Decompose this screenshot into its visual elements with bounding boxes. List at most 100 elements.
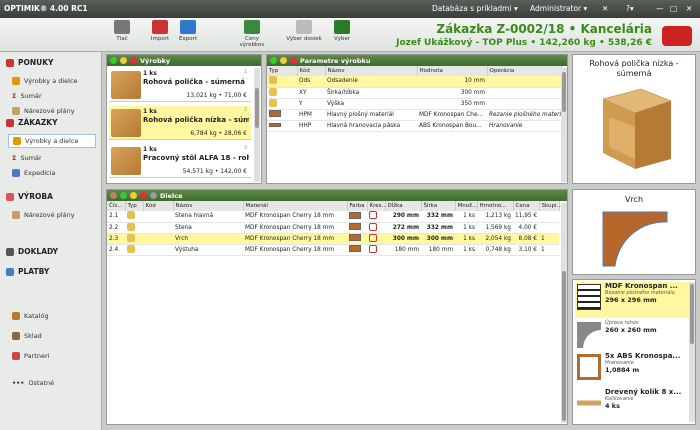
products-scrollbar[interactable] — [254, 68, 260, 182]
sidebar-section-orders[interactable]: ZÁKAZKY — [6, 118, 58, 127]
column-header[interactable]: Farba — [347, 201, 368, 211]
part-row[interactable]: 2.2 Stena MDF Kronospan Cherry 18 mm 272 mm… — [107, 222, 559, 234]
product-card[interactable]: 1 ks Rohová polička nízka - súm... 2 6,7… — [109, 106, 251, 140]
delete-icon[interactable] — [130, 57, 137, 64]
sidebar-item-order-products[interactable]: Výrobky a dielce — [8, 134, 96, 148]
column-header[interactable]: Množ... — [455, 201, 478, 211]
sidebar-item-partners[interactable]: Partneri — [8, 349, 96, 363]
delete-icon[interactable] — [290, 57, 297, 64]
materials-scrollbar[interactable] — [689, 282, 695, 422]
edit-icon[interactable] — [130, 192, 137, 199]
close-button[interactable]: ✕ — [686, 4, 692, 13]
column-header[interactable]: Typ — [125, 201, 144, 211]
column-header[interactable]: Dĺžka — [385, 201, 422, 211]
part-row[interactable]: 2.3 Vrch MDF Kronospan Cherry 18 mm 300 mm 3… — [107, 233, 559, 245]
group-icon[interactable] — [110, 192, 117, 199]
sidebar-item-catalog[interactable]: Katalóg — [8, 309, 96, 323]
part-type-icon — [127, 233, 135, 242]
part-price: 4,00 € — [513, 222, 539, 234]
column-header[interactable]: Kód — [143, 201, 174, 211]
dimension-icon — [269, 76, 277, 85]
drawing-icon[interactable] — [369, 211, 377, 220]
scroll-thumb[interactable] — [562, 271, 566, 421]
part-name: Stena hlavná — [173, 211, 243, 223]
param-value[interactable]: 350 mm — [417, 98, 487, 110]
prices-button[interactable]: Ceny výrobkov — [232, 20, 272, 48]
column-header[interactable]: Cena — [513, 201, 540, 211]
tools-icon[interactable]: ✕ — [602, 4, 608, 13]
material-item[interactable]: MDF Kronospan ... Rezanie plošného materi… — [575, 282, 689, 318]
param-row[interactable]: Y Výška 350 mm — [267, 98, 561, 110]
part-row[interactable]: 2.4 Výstuha MDF Kronospan Cherry 18 mm 180 … — [107, 244, 559, 256]
section-label: ZÁKAZKY — [18, 118, 58, 127]
sidebar-item-offer-cutting[interactable]: Nárezové plány — [8, 104, 96, 118]
drawing-icon[interactable] — [369, 244, 377, 253]
sidebar-item-offer-products[interactable]: Výrobky a dielce — [8, 74, 96, 88]
scroll-thumb[interactable] — [562, 72, 566, 112]
part-row[interactable]: 2.1 Stena hlavná MDF Kronospan Cherry 18 m… — [107, 211, 559, 223]
sidebar-item-other[interactable]: ••• Ostatné — [8, 376, 96, 390]
params-scrollbar[interactable] — [561, 68, 567, 182]
filter-icon[interactable] — [150, 192, 157, 199]
sidebar-section-offers[interactable]: PONUKY — [6, 58, 53, 67]
product-card[interactable]: 1 ks Pracovný stôl ALFA 18 - roh... 3 54… — [109, 144, 251, 178]
param-row[interactable]: HPM Hlavný plošný materiál MDF Kronospan C… — [267, 109, 561, 121]
sidebar-payments[interactable]: PLATBY — [6, 267, 49, 276]
print-button[interactable]: Tlač — [110, 20, 134, 42]
scroll-thumb[interactable] — [255, 88, 259, 128]
edit-icon[interactable] — [280, 57, 287, 64]
maximize-button[interactable]: □ — [670, 4, 677, 13]
select-button[interactable]: Vyber — [328, 20, 356, 42]
param-row[interactable]: XY Šírka/hĺbka 300 mm — [267, 87, 561, 99]
scroll-thumb[interactable] — [690, 284, 694, 344]
column-header[interactable]: Hodnota — [417, 66, 488, 76]
drawing-icon[interactable] — [369, 233, 377, 242]
help-icon[interactable]: ?▾ — [626, 4, 634, 13]
param-row[interactable]: Ods Odsadenie 10 mm — [267, 76, 561, 88]
column-header[interactable]: Materiál — [243, 201, 348, 211]
product-meta: 13,021 kg • 71,00 € — [186, 92, 247, 99]
param-value[interactable]: 10 mm — [417, 76, 487, 88]
column-header[interactable]: Názov — [325, 66, 418, 76]
param-value[interactable]: 300 mm — [417, 87, 487, 99]
select-board-button[interactable]: Výber dosiek — [286, 20, 322, 42]
drawing-icon[interactable] — [369, 222, 377, 231]
material-item[interactable]: Úprava rohov 260 x 260 mm — [575, 320, 685, 350]
column-header[interactable]: Hmotno... — [477, 201, 514, 211]
import-button[interactable]: Import — [148, 20, 172, 42]
column-header[interactable]: Názov — [173, 201, 244, 211]
param-value[interactable]: ABS Kronospan Bou... — [417, 120, 487, 132]
param-name: Hlavná hranovacia páska — [325, 120, 417, 132]
add-icon[interactable] — [120, 192, 127, 199]
sidebar-item-production-cutting[interactable]: Nárezové plány — [8, 208, 96, 222]
delete-icon[interactable] — [140, 192, 147, 199]
sidebar-item-order-summary[interactable]: Σ Sumár — [8, 151, 96, 165]
param-row[interactable]: HHP Hlavná hranovacia páska ABS Kronospan … — [267, 120, 561, 132]
add-icon[interactable] — [270, 57, 277, 64]
column-header[interactable]: Typ — [267, 66, 298, 76]
import-icon — [152, 20, 168, 34]
minimize-button[interactable]: — — [656, 4, 664, 13]
database-selector[interactable]: Databáza s príkladmi ▾ — [432, 4, 518, 13]
product-card[interactable]: 1 ks Rohová polička - súmerná 1 13,021 k… — [109, 68, 251, 102]
sidebar-item-offer-summary[interactable]: Σ Sumár — [8, 89, 96, 103]
param-operation — [487, 87, 561, 99]
sidebar-item-warehouse[interactable]: Sklad — [8, 329, 96, 343]
column-header[interactable]: Kres... — [367, 201, 387, 211]
material-item[interactable]: 5x ABS Kronospa... Hranovanie 1,0884 m — [575, 352, 685, 386]
param-value[interactable]: MDF Kronospan Che... — [417, 109, 487, 121]
column-header[interactable]: Šírka — [421, 201, 456, 211]
sidebar-documents[interactable]: DOKLADY — [6, 247, 58, 256]
column-header[interactable]: Kód — [297, 66, 326, 76]
sidebar-item-dispatch[interactable]: Expedícia — [8, 166, 96, 180]
parts-scrollbar[interactable] — [561, 203, 567, 423]
column-header[interactable]: Skupi... — [539, 201, 562, 211]
material-item[interactable]: Drevený kolík 8 x... Kolíkovanie 4 ks — [575, 388, 685, 422]
column-header[interactable]: Operácia — [487, 66, 562, 76]
column-header[interactable]: Čís... — [107, 201, 126, 211]
export-button[interactable]: Export — [176, 20, 200, 42]
sidebar-section-production[interactable]: VÝROBA — [6, 192, 53, 201]
add-icon[interactable] — [110, 57, 117, 64]
edit-icon[interactable] — [120, 57, 127, 64]
user-menu[interactable]: Administrator ▾ — [530, 4, 587, 13]
